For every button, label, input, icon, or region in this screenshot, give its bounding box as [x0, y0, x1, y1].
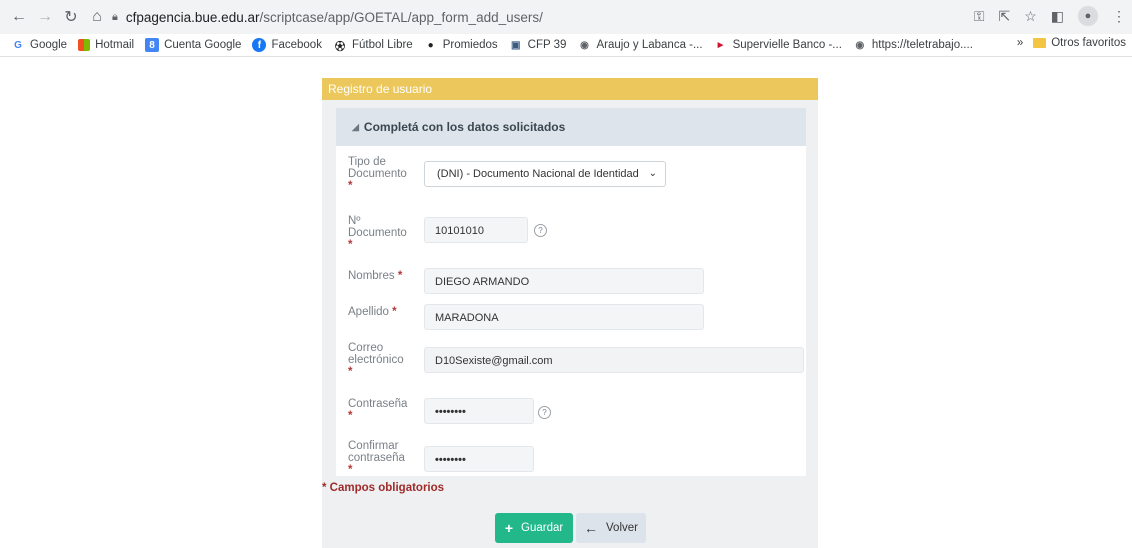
arrow-left-icon: ←	[584, 520, 599, 536]
cfp-icon: ▣	[510, 39, 521, 51]
microsoft-icon	[78, 39, 91, 51]
tipo-documento-select[interactable]: (DNI) - Documento Nacional de Identidad …	[424, 161, 666, 187]
bookmark-cfp39[interactable]: ▣ CFP 39	[509, 38, 567, 52]
lock-icon: 🔒︎	[112, 10, 118, 23]
nombres-input[interactable]: DIEGO ARMANDO	[424, 268, 704, 294]
star-icon[interactable]: ☆	[1024, 8, 1037, 25]
tipo-documento-value: (DNI) - Documento Nacional de Identidad	[437, 168, 639, 180]
bookmark-label: Facebook	[271, 39, 322, 51]
label-confirmar-contrasena: Confirmar contraseña *	[348, 440, 405, 476]
profile-icon[interactable]: ●	[1078, 6, 1098, 26]
bookmarks-overflow-icon[interactable]: »	[1017, 37, 1023, 49]
bookmark-label: Cuenta Google	[164, 39, 242, 51]
google-plus-icon: 8	[145, 38, 160, 52]
other-bookmarks-folder[interactable]: Otros favoritos	[1033, 37, 1126, 49]
back-icon[interactable]: ←	[8, 6, 30, 28]
apellido-input[interactable]: MARADONA	[424, 304, 704, 330]
registration-form: Registro de usuario ◢ Completá con los d…	[322, 78, 818, 548]
bookmark-label: Araujo y Labanca -...	[596, 39, 703, 51]
bookmark-label: https://teletrabajo....	[871, 39, 973, 51]
label-contrasena: Contraseña *	[348, 398, 408, 422]
form-header: Registro de usuario	[322, 78, 818, 100]
collapse-triangle-icon[interactable]: ◢	[352, 122, 359, 133]
share-icon[interactable]: ⇱	[998, 8, 1010, 25]
folder-icon	[1033, 38, 1047, 48]
save-button[interactable]: + Guardar	[495, 513, 573, 543]
plus-icon: +	[504, 520, 513, 536]
nro-documento-input[interactable]: 10101010	[424, 217, 528, 243]
back-button[interactable]: ← Volver	[576, 513, 646, 543]
kebab-menu-icon[interactable]: ⋮	[1112, 8, 1126, 25]
back-button-label: Volver	[606, 522, 638, 534]
bookmark-facebook[interactable]: f Facebook	[252, 38, 322, 52]
label-apellido: Apellido *	[348, 306, 397, 318]
correo-input[interactable]: D10Sexiste@gmail.com	[424, 347, 804, 373]
confirmar-contrasena-input[interactable]: ••••••••	[424, 446, 534, 472]
other-bookmarks-label: Otros favoritos	[1051, 37, 1126, 49]
globe-icon: ◉	[855, 39, 865, 51]
help-icon[interactable]: ?	[538, 406, 551, 419]
save-button-label: Guardar	[521, 522, 564, 534]
bookmark-promiedos[interactable]: ● Promiedos	[424, 38, 498, 52]
bookmark-futbol-libre[interactable]: ⚽︎ Fútbol Libre	[333, 38, 413, 53]
supervielle-icon: ►	[715, 39, 726, 51]
url-path: /scriptcase/app/GOETAL/app_form_add_user…	[259, 9, 543, 25]
label-nro-documento: Nº Documento *	[348, 215, 407, 251]
soccer-ball-icon: ⚽︎	[334, 41, 345, 53]
forward-icon[interactable]: →	[34, 6, 56, 28]
bookmark-label: Promiedos	[442, 39, 498, 51]
bookmark-araujo[interactable]: ◉ Araujo y Labanca -...	[577, 38, 703, 52]
home-icon[interactable]: ⌂	[86, 6, 108, 28]
bookmark-google[interactable]: G Google	[11, 38, 67, 52]
help-icon[interactable]: ?	[534, 224, 547, 237]
reload-icon[interactable]: ↻	[60, 6, 82, 28]
bookmark-label: Supervielle Banco -...	[732, 39, 842, 51]
section-header[interactable]: ◢ Completá con los datos solicitados	[336, 108, 806, 146]
contrasena-input[interactable]: ••••••••	[424, 398, 534, 424]
browser-toolbar: ← → ↻ ⌂ 🔒︎ cfpagencia.bue.edu.ar/scriptc…	[0, 0, 1132, 34]
facebook-icon: f	[252, 38, 267, 52]
address-bar[interactable]: 🔒︎ cfpagencia.bue.edu.ar/scriptcase/app/…	[112, 5, 942, 29]
label-tipo-documento: Tipo de Documento *	[348, 156, 407, 192]
bookmark-label: CFP 39	[527, 39, 567, 51]
globe-icon: ◉	[580, 39, 589, 51]
chevron-down-icon: ⌄	[648, 168, 657, 179]
google-icon: G	[14, 39, 22, 51]
bookmarks-bar: G Google Hotmail 8 Cuenta Google f Facebook…	[0, 34, 1132, 57]
mandatory-fields-note: * Campos obligatorios	[322, 482, 445, 494]
page-content: Registro de usuario ◢ Completá con los d…	[0, 57, 1132, 548]
bookmark-label: Google	[30, 39, 68, 51]
key-icon[interactable]: ⚿	[974, 8, 985, 25]
bookmark-hotmail[interactable]: Hotmail	[78, 39, 134, 51]
bookmark-teletrabajo[interactable]: ◉ https://teletrabajo....	[853, 38, 973, 52]
bookmark-label: Fútbol Libre	[351, 39, 413, 51]
bookmarks-right: » Otros favoritos	[1017, 37, 1126, 49]
label-nombres: Nombres *	[348, 270, 403, 282]
label-correo: Correo electrónico *	[348, 342, 404, 378]
section-title: Completá con los datos solicitados	[363, 120, 566, 134]
toolbar-actions: ⚿ ⇱ ☆ ◧ ● ⋮	[974, 6, 1126, 26]
promiedos-icon: ●	[427, 39, 434, 51]
bookmark-label: Hotmail	[95, 39, 135, 51]
bookmark-cuenta-google[interactable]: 8 Cuenta Google	[145, 38, 241, 52]
side-panel-icon[interactable]: ◧	[1051, 8, 1064, 25]
bookmark-supervielle[interactable]: ► Supervielle Banco -...	[714, 38, 842, 52]
url-host: cfpagencia.bue.edu.ar	[125, 9, 260, 25]
form-section: ◢ Completá con los datos solicitados Tip…	[336, 108, 806, 476]
